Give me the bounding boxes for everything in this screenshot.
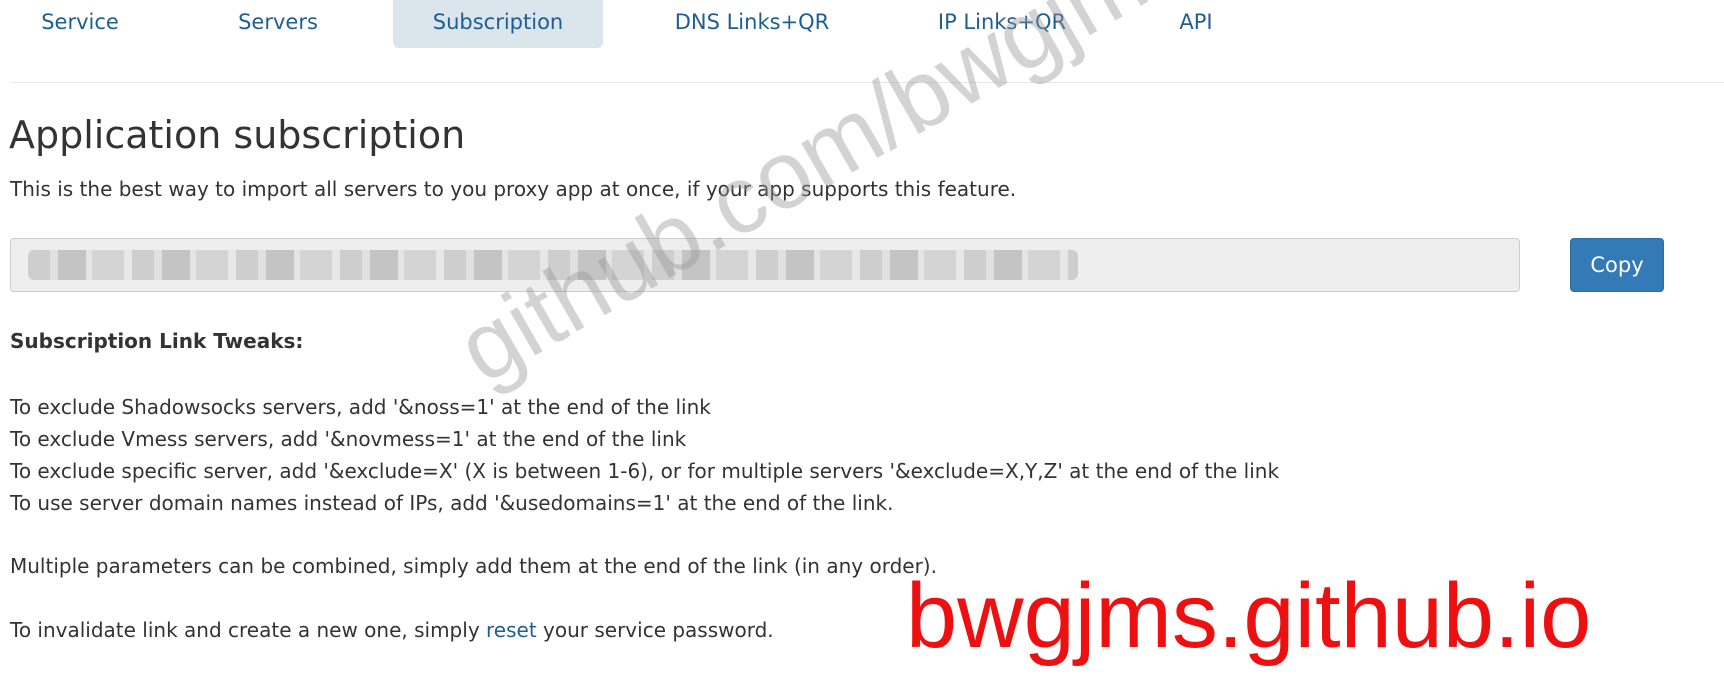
combine-note: Multiple parameters can be combined, sim… bbox=[10, 554, 937, 578]
page-title: Application subscription bbox=[9, 113, 466, 157]
tab-servers[interactable]: Servers bbox=[200, 0, 356, 48]
tab-subscription[interactable]: Subscription bbox=[393, 0, 603, 48]
tweaks-heading: Subscription Link Tweaks: bbox=[10, 329, 304, 353]
intro-text: This is the best way to import all serve… bbox=[10, 177, 1017, 201]
copy-button[interactable]: Copy bbox=[1570, 238, 1664, 292]
tabs-divider bbox=[10, 82, 1724, 83]
reset-link[interactable]: reset bbox=[486, 618, 537, 642]
tweak-exclude: To exclude specific server, add '&exclud… bbox=[10, 459, 1280, 483]
subscription-link-field[interactable] bbox=[10, 238, 1520, 292]
tweak-noss: To exclude Shadowsocks servers, add '&no… bbox=[10, 395, 711, 419]
invalidate-text-after: your service password. bbox=[536, 618, 774, 642]
invalidate-text-before: To invalidate link and create a new one,… bbox=[10, 618, 487, 642]
tab-service[interactable]: Service bbox=[20, 0, 140, 48]
tweak-list: To exclude Shadowsocks servers, add '&no… bbox=[10, 391, 1279, 519]
red-watermark: bwgjms.github.io bbox=[906, 565, 1592, 667]
tab-ip-links-qr[interactable]: IP Links+QR bbox=[920, 0, 1084, 48]
tweak-novmess: To exclude Vmess servers, add '&novmess=… bbox=[10, 427, 687, 451]
invalidate-note: To invalidate link and create a new one,… bbox=[10, 616, 774, 644]
tab-bar: Service Servers Subscription DNS Links+Q… bbox=[0, 0, 1724, 82]
tab-dns-links-qr[interactable]: DNS Links+QR bbox=[660, 0, 844, 48]
tab-api[interactable]: API bbox=[1160, 0, 1232, 48]
tweak-usedomains: To use server domain names instead of IP… bbox=[10, 491, 894, 515]
